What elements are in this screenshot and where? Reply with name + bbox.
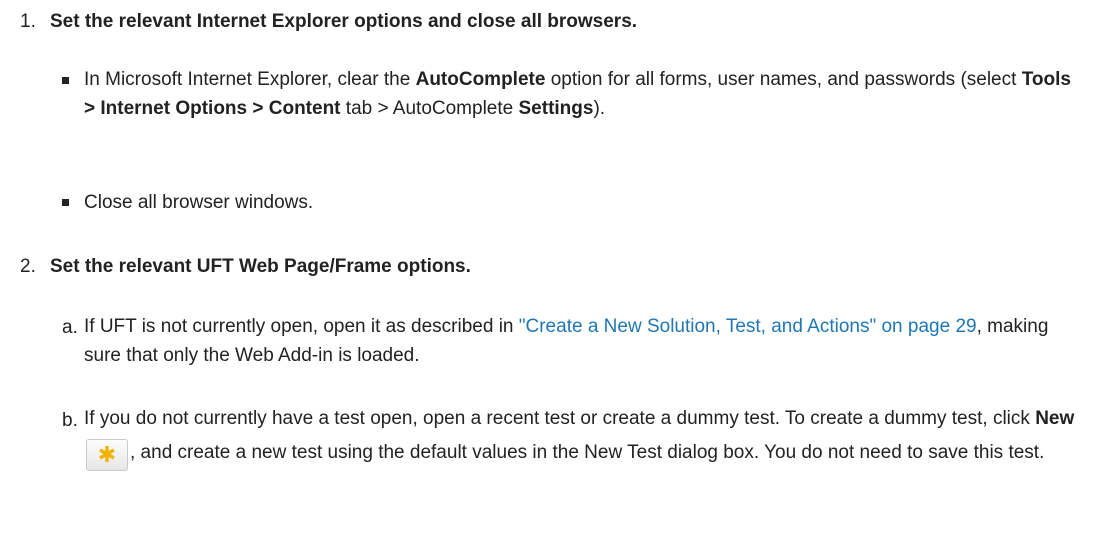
sub-step-text: If UFT is not currently open, open it as… [84, 316, 1049, 366]
step-title: Set the relevant Internet Explorer optio… [50, 11, 638, 32]
create-solution-link[interactable]: "Create a New Solution, Test, and Action… [519, 316, 977, 337]
sub-step-text: If you do not currently have a test open… [84, 402, 1084, 471]
bullet-icon [62, 199, 69, 206]
step-title: Set the relevant UFT Web Page/Frame opti… [50, 256, 471, 277]
bullet-icon [62, 77, 69, 84]
sub-step-letter: b. [62, 410, 78, 431]
sub-step-letter: a. [62, 317, 78, 338]
new-star-icon[interactable]: ✱ [86, 439, 128, 471]
step-number: 2. [20, 256, 36, 277]
step-number: 1. [20, 11, 36, 32]
bullet-text: Close all browser windows. [84, 192, 314, 213]
bullet-text: In Microsoft Internet Explorer, clear th… [84, 69, 1071, 119]
